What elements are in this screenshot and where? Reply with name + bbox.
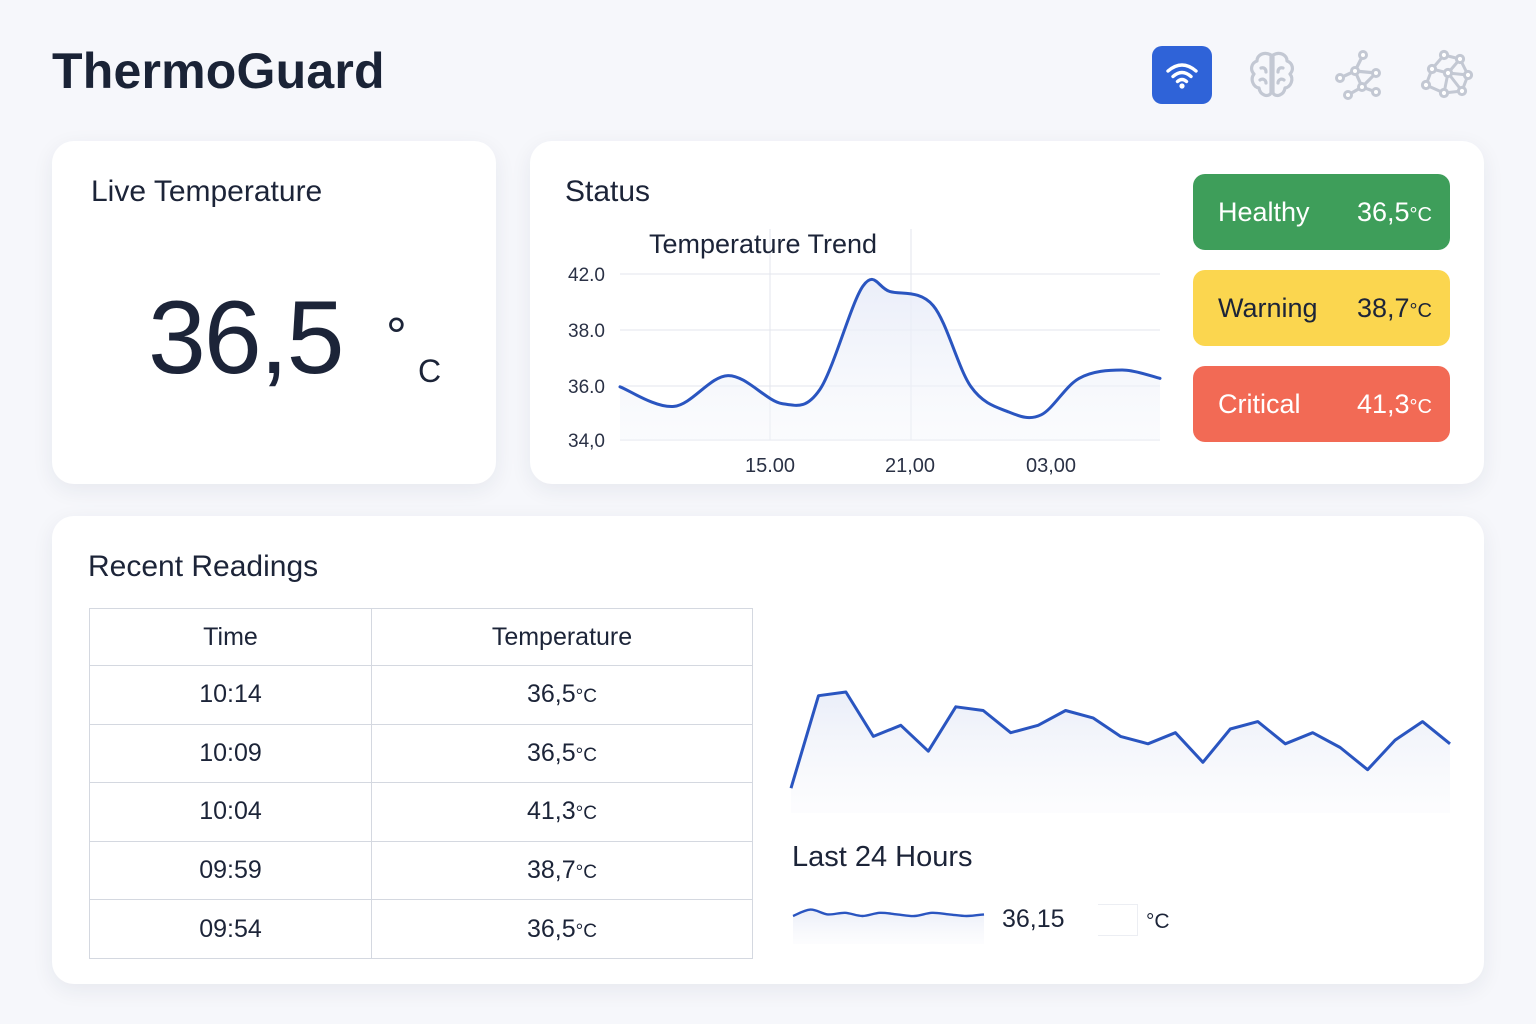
status-badge-label: Warning — [1218, 292, 1318, 323]
live-temperature-unit: C — [418, 353, 442, 389]
x-tick-label: 15.00 — [745, 455, 795, 477]
last-24-hours-area — [791, 692, 1450, 813]
recent-readings-card: Recent Readings Time Temperature 10:14 3… — [52, 516, 1484, 984]
last-24-hours-label: Last 24 Hours — [792, 841, 973, 873]
live-temperature-title: Live Temperature — [91, 175, 323, 208]
molecule-icon — [1420, 49, 1474, 99]
app-title: ThermoGuard — [52, 43, 385, 99]
status-badge-reading: 38,7°C — [1357, 293, 1432, 324]
status-badge-value: 41,3 — [1356, 388, 1410, 419]
toolbar — [1152, 46, 1482, 104]
y-tick-label: 38.0 — [568, 321, 605, 342]
brain-button[interactable] — [1242, 46, 1302, 104]
status-badge-unit: °C — [1409, 395, 1432, 418]
status-badge-label: Healthy — [1218, 196, 1310, 227]
molecule-button[interactable] — [1418, 46, 1478, 104]
temperature-trend-chart: 42.0 38.0 36.0 34,0 15.00 21,00 03,00 Temperatu… — [568, 229, 1162, 477]
status-badge-unit: °C — [1409, 299, 1432, 322]
brain-icon — [1250, 51, 1294, 98]
last-24-hours-chart — [789, 690, 1451, 944]
trend-area — [620, 279, 1160, 440]
y-tick-label: 42.0 — [568, 265, 605, 286]
live-temperature-card: Live Temperature 36,5 ° C — [52, 141, 496, 484]
y-tick-label: 36.0 — [568, 377, 605, 398]
live-temperature-degree: ° — [386, 308, 407, 366]
live-temperature-value: 36,5 — [148, 280, 344, 396]
status-badge-reading: 41,3°C — [1357, 389, 1432, 420]
last-24-hours-value: 36,15 — [1002, 905, 1065, 933]
x-tick-label: 21,00 — [885, 455, 935, 477]
y-tick-label: 34,0 — [568, 431, 605, 452]
x-tick-label: 03,00 — [1026, 455, 1076, 477]
graph-nodes-button[interactable] — [1330, 46, 1390, 104]
last-24-hours-value-box — [1098, 904, 1138, 936]
status-badge-critical[interactable]: Critical 41,3°C — [1193, 366, 1450, 442]
wifi-button[interactable] — [1152, 46, 1212, 104]
status-card: Status 42.0 38.0 36.0 34,0 15.00 21,00 03,00 Te… — [530, 141, 1484, 484]
wifi-icon — [1166, 63, 1198, 89]
status-badge-unit: °C — [1409, 203, 1432, 226]
status-badge-reading: 36,5°C — [1357, 197, 1432, 228]
status-badge-warning[interactable]: Warning 38,7°C — [1193, 270, 1450, 346]
status-badge-healthy[interactable]: Healthy 36,5°C — [1193, 174, 1450, 250]
last-24-hours-unit: °C — [1146, 910, 1170, 933]
status-badge-value: 36,5 — [1356, 196, 1410, 227]
status-badge-label: Critical — [1218, 388, 1301, 419]
status-badge-value: 38,7 — [1356, 292, 1410, 323]
chart-title: Temperature Trend — [649, 229, 877, 259]
graph-nodes-icon — [1335, 50, 1381, 100]
